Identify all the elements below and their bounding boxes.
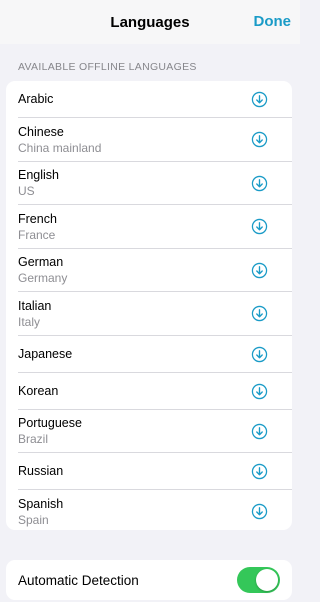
- language-text: Chinese China mainland: [18, 125, 251, 155]
- download-circle-icon[interactable]: [251, 262, 268, 279]
- download-circle-icon[interactable]: [251, 503, 268, 520]
- language-region: US: [18, 184, 35, 199]
- done-button[interactable]: Done: [254, 13, 292, 30]
- language-region: China mainland: [18, 140, 102, 155]
- language-name: Russian: [18, 464, 64, 478]
- download-circle-icon[interactable]: [251, 305, 268, 322]
- download-circle-icon[interactable]: [251, 463, 268, 480]
- language-row-english[interactable]: English US: [6, 162, 292, 206]
- download-circle-icon[interactable]: [251, 91, 268, 108]
- navigation-bar: Languages Done: [0, 0, 300, 44]
- language-row-french[interactable]: French France: [6, 205, 292, 249]
- language-name: Chinese: [18, 124, 64, 139]
- language-text: Japanese: [18, 347, 251, 362]
- language-text: Spanish Spain: [18, 497, 251, 527]
- language-row-korean[interactable]: Korean: [6, 373, 292, 410]
- page-title: Languages: [110, 13, 190, 31]
- automatic-detection-row: Automatic Detection: [6, 560, 292, 600]
- language-text: Portuguese Brazil: [18, 416, 251, 446]
- language-name: English: [18, 168, 59, 183]
- language-name: German: [18, 255, 64, 270]
- language-row-portuguese[interactable]: Portuguese Brazil: [6, 410, 292, 454]
- language-name: Portuguese: [18, 416, 82, 431]
- language-name: French: [18, 211, 57, 226]
- download-circle-icon[interactable]: [251, 218, 268, 235]
- language-row-arabic[interactable]: Arabic: [6, 81, 292, 118]
- language-text: Russian: [18, 464, 251, 479]
- language-text: English US: [18, 168, 251, 198]
- download-circle-icon[interactable]: [251, 346, 268, 363]
- automatic-detection-group: Automatic Detection: [6, 560, 292, 600]
- language-name: Italian: [18, 298, 52, 313]
- download-circle-icon[interactable]: [251, 383, 268, 400]
- language-region: Spain: [18, 512, 49, 527]
- language-region: Germany: [18, 271, 68, 286]
- language-name: Spanish: [18, 496, 64, 511]
- language-row-italian[interactable]: Italian Italy: [6, 292, 292, 336]
- language-row-russian[interactable]: Russian: [6, 453, 292, 490]
- language-row-chinese[interactable]: Chinese China mainland: [6, 118, 292, 162]
- language-text: French France: [18, 212, 251, 242]
- language-region: Brazil: [18, 432, 49, 447]
- language-text: Arabic: [18, 92, 251, 107]
- language-name: Arabic: [18, 92, 54, 106]
- language-name: Korean: [18, 383, 59, 398]
- automatic-detection-toggle[interactable]: [237, 567, 280, 593]
- section-header: AVAILABLE OFFLINE LANGUAGES: [18, 61, 197, 73]
- language-text: Italian Italy: [18, 299, 251, 329]
- download-circle-icon[interactable]: [251, 131, 268, 148]
- language-text: Korean: [18, 384, 251, 399]
- download-circle-icon[interactable]: [251, 175, 268, 192]
- toggle-knob: [256, 569, 278, 591]
- language-row-german[interactable]: German Germany: [6, 249, 292, 293]
- language-row-spanish[interactable]: Spanish Spain: [6, 490, 292, 530]
- language-region: France: [18, 227, 56, 242]
- language-name: Japanese: [18, 346, 73, 361]
- language-row-japanese[interactable]: Japanese: [6, 336, 292, 373]
- automatic-detection-label: Automatic Detection: [18, 572, 139, 588]
- language-text: German Germany: [18, 255, 251, 285]
- language-region: Italy: [18, 314, 41, 329]
- language-list: Arabic Chinese China mainland English US Fren…: [6, 81, 292, 530]
- download-circle-icon[interactable]: [251, 423, 268, 440]
